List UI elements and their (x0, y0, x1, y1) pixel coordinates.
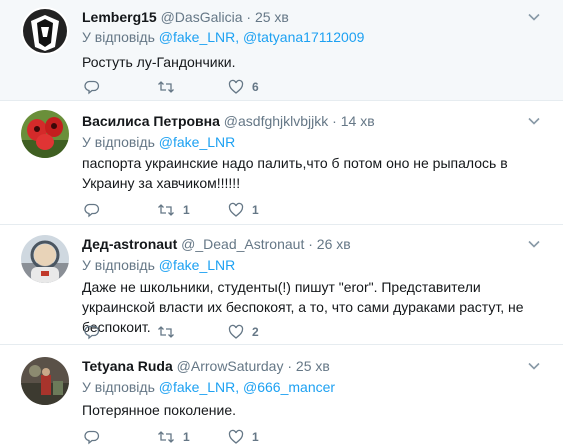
display-name[interactable]: Дед-astronaut (82, 236, 177, 252)
avatar-image (21, 235, 69, 283)
reply-prefix: У відповідь (82, 134, 159, 150)
reply-prefix: У відповідь (82, 379, 159, 395)
separator: · (308, 236, 313, 252)
like-button[interactable]: 2 (228, 323, 259, 341)
avatar-image (21, 357, 69, 405)
display-name[interactable]: Lemberg15 (82, 9, 157, 25)
avatar-image (21, 110, 69, 158)
tweet-header: Василиса Петровна @asdfghjklvbjjkk · 14 … (82, 112, 375, 130)
reply-button[interactable] (84, 428, 108, 446)
tweet-text: Потерянное поколение. (82, 402, 237, 418)
heart-icon (228, 324, 244, 339)
reply-to-line: У відповідь @fake_LNR, @tatyana17112009 (82, 28, 364, 46)
tweet-actions: 6 (82, 78, 382, 96)
chevron-down-icon[interactable] (527, 237, 541, 251)
tweet-text: Ростуть лу-Гандончики. (82, 54, 236, 70)
avatar[interactable] (21, 235, 69, 283)
tweet-header: Дед-astronaut @_Dead_Astronaut · 26 хв (82, 235, 351, 253)
reply-prefix: У відповідь (82, 257, 159, 273)
heart-icon (228, 202, 244, 217)
tweet-text: паспорта украинские надо палить,что б по… (82, 155, 508, 191)
chevron-down-icon[interactable] (527, 10, 541, 24)
reply-handles-link[interactable]: @fake_LNR (159, 134, 235, 150)
reply-icon (84, 325, 100, 340)
heart-icon (228, 79, 244, 94)
tweet-actions: 2 (82, 323, 382, 341)
timestamp[interactable]: 25 хв (296, 358, 330, 374)
tweet-3[interactable]: Дед-astronaut @_Dead_Astronaut · 26 хв У… (0, 225, 563, 345)
avatar[interactable] (21, 357, 69, 405)
tweet-4[interactable]: Tetyana Ruda @ArrowSaturday · 25 хв У ві… (0, 345, 563, 448)
avatar[interactable] (21, 110, 69, 158)
retweet-icon (158, 326, 174, 338)
reply-handles-link[interactable]: @fake_LNR, @666_mancer (159, 379, 335, 395)
timestamp[interactable]: 25 хв (255, 9, 289, 25)
user-handle[interactable]: @asdfghjklvbjjkk (224, 113, 328, 129)
retweet-count: 1 (183, 430, 190, 444)
reply-to-line: У відповідь @fake_LNR (82, 256, 235, 274)
timestamp[interactable]: 26 хв (317, 236, 351, 252)
reply-icon (84, 80, 100, 95)
reply-to-line: У відповідь @fake_LNR, @666_mancer (82, 378, 335, 396)
reply-handles-link[interactable]: @fake_LNR, @tatyana17112009 (159, 29, 365, 45)
reply-button[interactable] (84, 201, 108, 219)
reply-handles-link[interactable]: @fake_LNR (159, 257, 235, 273)
tweet-header: Tetyana Ruda @ArrowSaturday · 25 хв (82, 357, 330, 375)
separator: · (287, 358, 293, 374)
display-name[interactable]: Василиса Петровна (82, 113, 220, 129)
retweet-icon (158, 431, 174, 443)
retweet-button[interactable]: 1 (157, 201, 190, 219)
reply-button[interactable] (84, 78, 108, 96)
like-button[interactable]: 6 (228, 78, 259, 96)
separator: · (332, 113, 337, 129)
retweet-button[interactable] (157, 323, 183, 341)
display-name[interactable]: Tetyana Ruda (82, 358, 173, 374)
timestamp[interactable]: 14 хв (341, 113, 375, 129)
reply-icon (84, 430, 100, 445)
tweet-header: Lemberg15 @DasGalicia · 25 хв (82, 8, 289, 26)
retweet-icon (158, 81, 174, 93)
reply-icon (84, 203, 100, 218)
tweet-actions: 1 1 (82, 201, 382, 219)
retweet-button[interactable] (157, 78, 183, 96)
like-count: 1 (252, 430, 259, 444)
user-handle[interactable]: @DasGalicia (161, 9, 243, 25)
like-count: 1 (252, 203, 259, 217)
retweet-count: 1 (183, 203, 190, 217)
like-button[interactable]: 1 (228, 201, 259, 219)
avatar-image (21, 7, 69, 55)
like-button[interactable]: 1 (228, 428, 259, 446)
chevron-down-icon[interactable] (527, 114, 541, 128)
user-handle[interactable]: @_Dead_Astronaut (181, 236, 304, 252)
tweet-actions: 1 1 (82, 428, 382, 446)
chevron-down-icon[interactable] (527, 359, 541, 373)
like-count: 6 (252, 80, 259, 94)
reply-prefix: У відповідь (82, 29, 159, 45)
tweet-1[interactable]: Lemberg15 @DasGalicia · 25 хв У відповід… (0, 0, 563, 101)
separator: · (246, 9, 252, 25)
user-handle[interactable]: @ArrowSaturday (177, 358, 284, 374)
retweet-button[interactable]: 1 (157, 428, 190, 446)
avatar[interactable] (21, 7, 69, 55)
heart-icon (228, 429, 244, 444)
retweet-icon (158, 204, 174, 216)
like-count: 2 (252, 325, 259, 339)
tweet-2[interactable]: Василиса Петровна @asdfghjklvbjjkk · 14 … (0, 101, 563, 225)
reply-button[interactable] (84, 323, 108, 341)
reply-to-line: У відповідь @fake_LNR (82, 133, 235, 151)
